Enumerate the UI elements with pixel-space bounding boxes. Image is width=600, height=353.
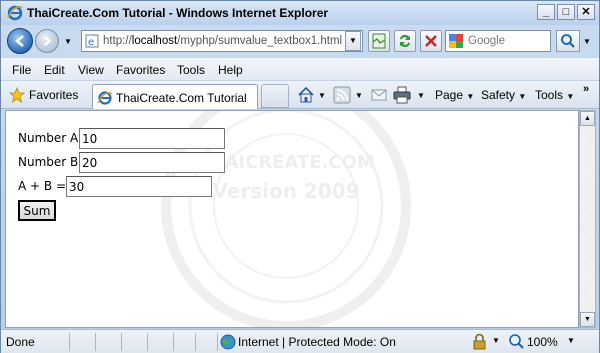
- home-icon[interactable]: [297, 86, 315, 104]
- sum-label: A + B =: [18, 179, 66, 193]
- page-content: THAICREATE.COM Version 2009 Number A Num…: [5, 110, 579, 328]
- sum-button[interactable]: Sum: [18, 200, 56, 221]
- google-icon: [449, 34, 463, 48]
- window-controls: _ □ ✕: [537, 4, 595, 20]
- status-segment: [195, 333, 219, 351]
- tools-menu-button[interactable]: Tools ▼: [535, 88, 574, 102]
- zoom-level[interactable]: 100%: [527, 335, 558, 349]
- stop-button[interactable]: [420, 30, 442, 52]
- title-bar: ThaiCreate.Com Tutorial - Windows Intern…: [1, 1, 599, 25]
- number-a-input[interactable]: [79, 128, 225, 149]
- maximize-button[interactable]: □: [557, 4, 575, 20]
- search-button[interactable]: [556, 30, 580, 52]
- menu-favorites[interactable]: Favorites: [116, 63, 165, 77]
- search-options-dropdown[interactable]: ▼: [583, 37, 591, 46]
- menu-tools[interactable]: Tools: [177, 63, 205, 77]
- ie-page-icon: [97, 91, 113, 105]
- print-icon[interactable]: [393, 86, 411, 104]
- globe-icon: [220, 334, 236, 350]
- vertical-scrollbar[interactable]: ▲ ▼: [579, 110, 596, 328]
- search-field[interactable]: Google: [445, 30, 551, 52]
- minimize-button[interactable]: _: [537, 4, 555, 20]
- menu-edit[interactable]: Edit: [44, 63, 65, 77]
- close-button[interactable]: ✕: [577, 4, 595, 20]
- page-menu-button[interactable]: Page ▼: [435, 88, 474, 102]
- status-segment: [173, 333, 197, 351]
- tab-label: ThaiCreate.Com Tutorial: [116, 91, 247, 105]
- scroll-up-arrow-icon[interactable]: ▲: [580, 111, 595, 126]
- number-a-label: Number A: [18, 131, 79, 145]
- address-row: ▼ e http://localhost/myphp/sumvalue_text…: [1, 25, 599, 57]
- ie-logo-icon: [7, 5, 23, 21]
- zoom-dropdown[interactable]: ▼: [567, 336, 575, 345]
- window-title: ThaiCreate.Com Tutorial - Windows Intern…: [27, 6, 329, 20]
- magnifier-icon: [561, 34, 575, 48]
- status-segment: [121, 333, 145, 351]
- refresh-button[interactable]: [394, 30, 416, 52]
- stop-x-icon: [425, 35, 437, 47]
- search-placeholder: Google: [468, 35, 506, 47]
- status-bar: Done Internet | Protected Mode: On ▼ 100…: [1, 329, 599, 353]
- forward-arrow-icon: [43, 35, 52, 47]
- read-mail-icon[interactable]: [370, 86, 388, 104]
- forward-button[interactable]: [35, 29, 59, 53]
- menu-help[interactable]: Help: [218, 63, 243, 77]
- protected-mode-lock-icon[interactable]: [471, 333, 489, 351]
- status-segment: [147, 333, 171, 351]
- recent-pages-dropdown[interactable]: ▼: [64, 37, 72, 46]
- back-arrow-icon: [15, 35, 24, 47]
- address-dropdown[interactable]: ▼: [345, 31, 361, 51]
- scroll-down-arrow-icon[interactable]: ▼: [580, 312, 595, 327]
- toolbar-overflow-chevron[interactable]: »: [583, 83, 589, 95]
- compatibility-view-button[interactable]: [368, 30, 390, 52]
- feeds-icon[interactable]: [333, 86, 351, 104]
- home-dropdown[interactable]: ▼: [318, 91, 326, 100]
- status-segment: [95, 333, 119, 351]
- favorites-bar: Favorites ThaiCreate.Com Tutorial ▼ ▼ ▼ …: [1, 81, 599, 109]
- zone-text: Internet | Protected Mode: On: [238, 335, 396, 349]
- status-segment: [69, 333, 93, 351]
- status-text: Done: [6, 335, 35, 349]
- print-dropdown[interactable]: ▼: [417, 91, 425, 100]
- favorites-star-icon: [9, 87, 25, 103]
- svg-text:e: e: [88, 37, 94, 48]
- security-zone[interactable]: Internet | Protected Mode: On: [217, 333, 457, 351]
- back-button[interactable]: [7, 28, 33, 54]
- refresh-icon: [400, 34, 410, 48]
- menu-view[interactable]: View: [78, 63, 104, 77]
- page-e-icon: e: [85, 34, 99, 48]
- lock-dropdown[interactable]: ▼: [492, 336, 500, 345]
- watermark-line-2: Version 2009: [212, 179, 359, 203]
- browser-window: ThaiCreate.Com Tutorial - Windows Intern…: [0, 0, 600, 353]
- number-b-label: Number B: [18, 155, 79, 169]
- broken-page-icon: [372, 33, 386, 49]
- safety-menu-button[interactable]: Safety ▼: [481, 88, 526, 102]
- address-bar[interactable]: e http://localhost/myphp/sumvalue_textbo…: [81, 30, 363, 52]
- menu-file[interactable]: File: [12, 63, 31, 77]
- favorites-button[interactable]: Favorites: [29, 88, 78, 102]
- number-b-input[interactable]: [79, 152, 225, 173]
- tab-thaicreate[interactable]: ThaiCreate.Com Tutorial: [92, 84, 258, 109]
- feeds-dropdown[interactable]: ▼: [355, 91, 363, 100]
- new-tab-button[interactable]: [261, 84, 289, 108]
- address-url[interactable]: http://localhost/myphp/sumvalue_textbox1…: [103, 35, 342, 47]
- menu-bar: File Edit View Favorites Tools Help: [1, 57, 599, 81]
- zoom-icon: [509, 334, 524, 349]
- sum-result-input[interactable]: [66, 176, 212, 197]
